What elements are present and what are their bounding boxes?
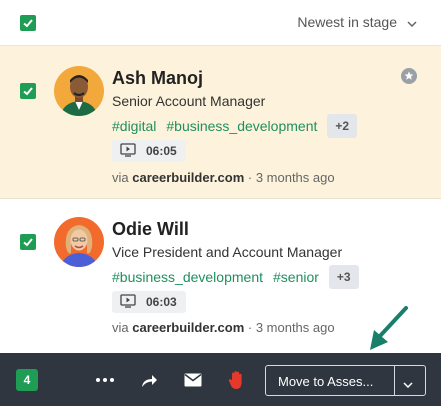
bulk-action-bar: 4 Move to Asses... (0, 353, 441, 406)
source-site: careerbuilder.com (132, 320, 245, 335)
candidate-name[interactable]: Ash Manoj (112, 68, 203, 89)
video-badge[interactable]: 06:05 (112, 140, 186, 162)
source-age: · 3 months ago (247, 170, 335, 185)
tag[interactable]: #business_development (112, 269, 263, 285)
tag[interactable]: #digital (112, 118, 156, 134)
tag-list: #business_development #senior +3 (112, 265, 359, 289)
candidate-checkbox[interactable] (20, 83, 36, 99)
button-divider (394, 366, 395, 395)
source-site: careerbuilder.com (132, 170, 245, 185)
reject-hand-icon[interactable] (226, 369, 248, 391)
avatar[interactable] (54, 217, 104, 267)
candidate-title: Vice President and Account Manager (112, 244, 343, 260)
video-icon (120, 142, 136, 160)
move-to-stage-button[interactable]: Move to Asses... (265, 365, 426, 396)
star-icon[interactable] (401, 68, 417, 84)
candidate-source: via careerbuilder.com · 3 months ago (112, 320, 335, 335)
selected-count-badge: 4 (16, 369, 38, 391)
annotation-arrow-icon (362, 304, 412, 359)
chevron-down-icon[interactable] (403, 376, 413, 391)
move-to-stage-label: Move to Asses... (278, 374, 374, 389)
video-duration: 06:05 (146, 144, 177, 158)
source-prefix: via (112, 320, 129, 335)
more-tags-badge[interactable]: +3 (328, 265, 359, 289)
candidate-card[interactable]: Ash Manoj Senior Account Manager #digita… (0, 46, 441, 199)
candidate-checkbox[interactable] (20, 234, 36, 250)
video-icon (120, 293, 136, 311)
avatar[interactable] (54, 66, 104, 116)
tag[interactable]: #senior (273, 269, 319, 285)
select-all-checkbox[interactable] (20, 15, 36, 31)
video-duration: 06:03 (146, 295, 177, 309)
candidate-title: Senior Account Manager (112, 93, 266, 109)
sort-label: Newest in stage (297, 14, 397, 30)
chevron-down-icon (407, 14, 417, 30)
tag-list: #digital #business_development +2 (112, 114, 358, 138)
sort-dropdown[interactable]: Newest in stage (297, 14, 417, 30)
tag[interactable]: #business_development (166, 118, 317, 134)
share-icon[interactable] (138, 369, 160, 391)
source-age: · 3 months ago (247, 320, 335, 335)
video-badge[interactable]: 06:03 (112, 291, 186, 313)
candidate-name[interactable]: Odie Will (112, 219, 189, 240)
more-tags-badge[interactable]: +2 (327, 114, 358, 138)
candidate-source: via careerbuilder.com · 3 months ago (112, 170, 335, 185)
more-icon[interactable] (94, 369, 116, 391)
email-icon[interactable] (182, 369, 204, 391)
source-prefix: via (112, 170, 129, 185)
list-header: Newest in stage (0, 0, 441, 46)
